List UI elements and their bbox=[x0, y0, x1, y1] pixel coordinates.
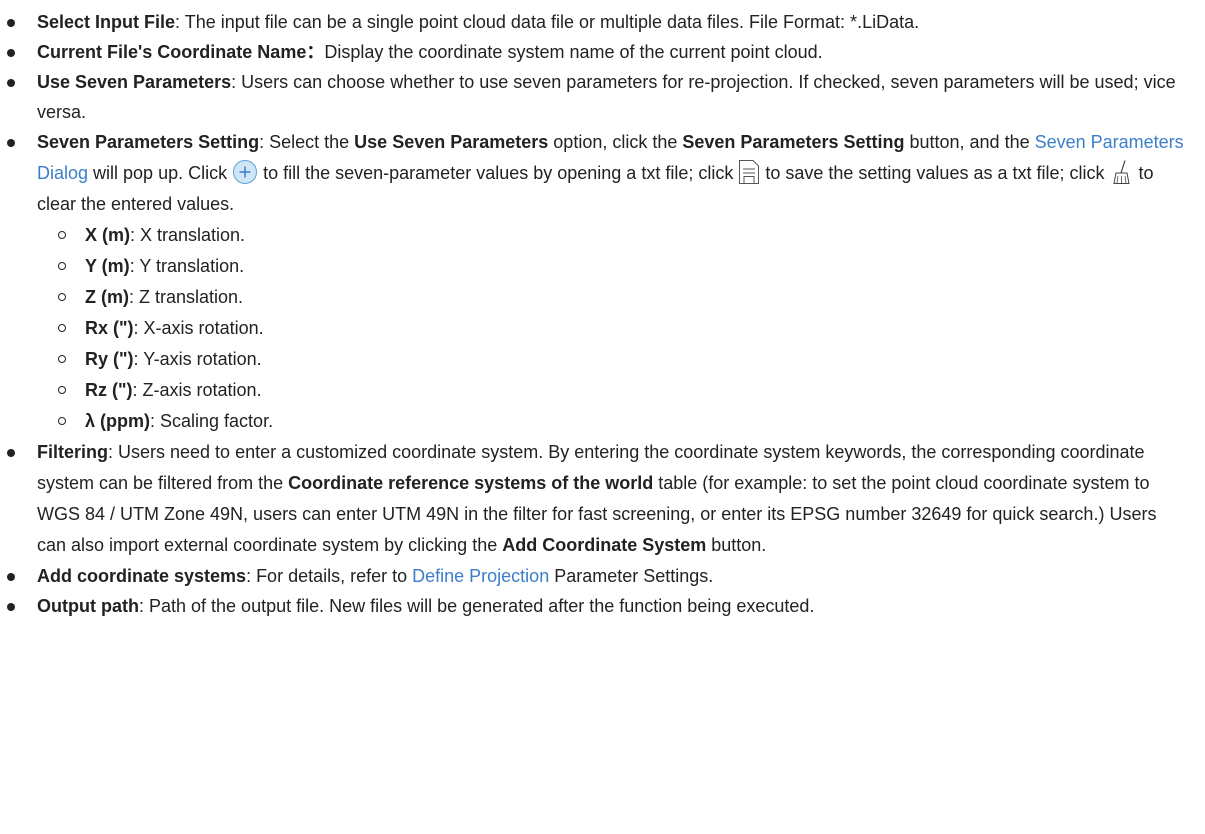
sub-item-rz: Rz ("): Z-axis rotation. bbox=[58, 375, 1190, 406]
description-part: to fill the seven-parameter values by op… bbox=[258, 163, 739, 183]
description-part: button, and the bbox=[904, 132, 1035, 152]
term: Ry (") bbox=[85, 349, 134, 369]
term: Filtering bbox=[37, 442, 108, 462]
description-part: to save the setting values as a txt file… bbox=[760, 163, 1110, 183]
description-part: Parameter Settings. bbox=[549, 566, 714, 586]
plus-circle-icon bbox=[233, 160, 258, 185]
bold-ref: Coordinate reference systems of the worl… bbox=[288, 473, 654, 493]
description-part: will pop up. Click bbox=[88, 163, 233, 183]
term: Y (m) bbox=[85, 256, 130, 276]
description: : Z-axis rotation. bbox=[132, 380, 262, 400]
bold-ref: Seven Parameters Setting bbox=[682, 132, 905, 152]
list-item-select-input-file: Select Input File: The input file can be… bbox=[0, 7, 1190, 37]
description: : Y translation. bbox=[129, 256, 245, 276]
list-item-use-seven-parameters: Use Seven Parameters: Users can choose w… bbox=[0, 67, 1190, 127]
description: : Y-axis rotation. bbox=[133, 349, 262, 369]
list-item-current-coordinate-name: Current File's Coordinate Name：Display t… bbox=[0, 37, 1190, 67]
define-projection-link[interactable]: Define Projection bbox=[412, 566, 549, 586]
bold-ref: Add Coordinate System bbox=[502, 535, 707, 555]
save-file-icon bbox=[739, 160, 760, 185]
term: Rz (") bbox=[85, 380, 133, 400]
sub-item-z: Z (m): Z translation. bbox=[58, 282, 1190, 313]
description: : The input file can be a single point c… bbox=[175, 12, 920, 32]
sub-item-ry: Ry ("): Y-axis rotation. bbox=[58, 344, 1190, 375]
sub-item-lambda: λ (ppm): Scaling factor. bbox=[58, 406, 1190, 437]
description-part: button. bbox=[706, 535, 767, 555]
term: Select Input File bbox=[37, 12, 176, 32]
description: : Z translation. bbox=[129, 287, 244, 307]
description: : X translation. bbox=[130, 225, 246, 245]
document: Select Input File: The input file can be… bbox=[0, 0, 1205, 834]
term: Rx (") bbox=[85, 318, 134, 338]
term: Use Seven Parameters bbox=[37, 72, 232, 92]
list-item-output-path: Output path: Path of the output file. Ne… bbox=[0, 591, 1190, 621]
description: : Scaling factor. bbox=[150, 411, 274, 431]
term: Add coordinate systems bbox=[37, 566, 247, 586]
list-item-add-coordinate-systems: Add coordinate systems: For details, ref… bbox=[0, 561, 1190, 591]
term: Output path bbox=[37, 596, 139, 616]
sub-item-rx: Rx ("): X-axis rotation. bbox=[58, 313, 1190, 344]
broom-icon bbox=[1112, 160, 1130, 185]
description: : Path of the output file. New files wil… bbox=[138, 596, 815, 616]
term: Current File's Coordinate Name： bbox=[37, 42, 325, 62]
description-part: : Select the bbox=[259, 132, 355, 152]
description: : X-axis rotation. bbox=[133, 318, 264, 338]
bold-ref: Use Seven Parameters bbox=[354, 132, 549, 152]
term: Z (m) bbox=[85, 287, 129, 307]
term: X (m) bbox=[85, 225, 130, 245]
term: Seven Parameters Setting bbox=[37, 132, 260, 152]
sub-item-x: X (m): X translation. bbox=[58, 220, 1190, 251]
parameter-list: Select Input File: The input file can be… bbox=[0, 7, 1190, 621]
list-item-seven-parameters-setting: Seven Parameters Setting: Select the Use… bbox=[0, 127, 1190, 437]
list-item-filtering: Filtering: Users need to enter a customi… bbox=[0, 437, 1190, 561]
term: λ (ppm) bbox=[85, 411, 150, 431]
sub-item-y: Y (m): Y translation. bbox=[58, 251, 1190, 282]
description-part: option, click the bbox=[548, 132, 683, 152]
description-part: : For details, refer to bbox=[246, 566, 413, 586]
description: Display the coordinate system name of th… bbox=[324, 42, 823, 62]
seven-parameters-sublist: X (m): X translation. Y (m): Y translati… bbox=[37, 220, 1190, 437]
